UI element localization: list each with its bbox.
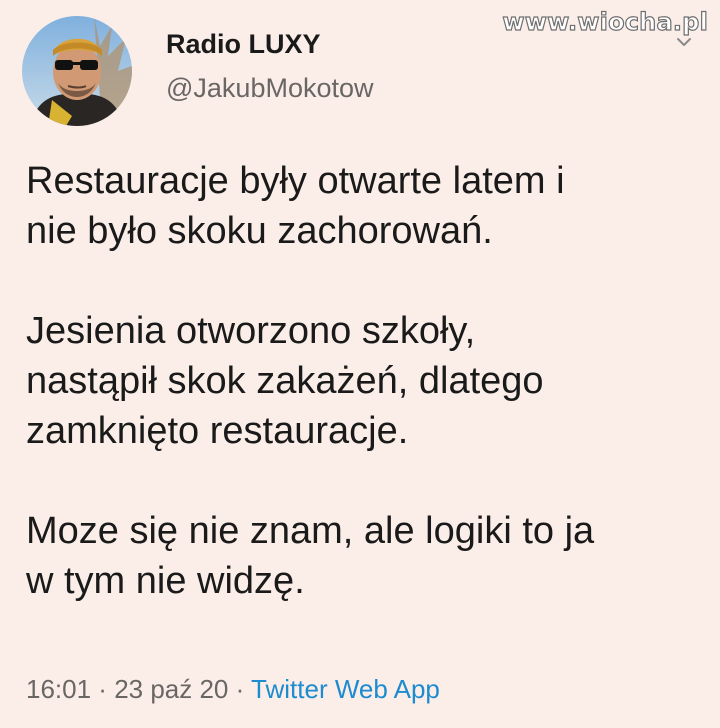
- tweet-paragraph: Moze się nie znam, ale logiki to ja w ty…: [26, 510, 595, 602]
- meta-separator: ·: [91, 674, 115, 704]
- tweet-time[interactable]: 16:01: [26, 674, 91, 704]
- tweet-paragraph: Jesienia otworzono szkoły, nastąpił skok…: [26, 310, 544, 452]
- watermark: www.wiocha.pl: [502, 7, 709, 36]
- tweet-paragraph: Restauracje były otwarte latem i nie był…: [26, 160, 565, 252]
- tweet-meta: 16:01 · 23 paź 20 · Twitter Web App: [26, 672, 440, 706]
- chevron-down-icon[interactable]: [676, 34, 692, 50]
- avatar[interactable]: [22, 16, 132, 126]
- tweet-header: Radio LUXY @JakubMokotow: [22, 16, 374, 126]
- author-info: Radio LUXY @JakubMokotow: [166, 26, 374, 108]
- tweet-source-link[interactable]: Twitter Web App: [251, 674, 440, 704]
- meta-separator: ·: [228, 674, 252, 704]
- user-handle[interactable]: @JakubMokotow: [166, 68, 374, 108]
- avatar-image: [22, 16, 132, 126]
- display-name[interactable]: Radio LUXY: [166, 26, 374, 62]
- tweet-date[interactable]: 23 paź 20: [114, 674, 228, 704]
- tweet-text: Restauracje były otwarte latem i nie był…: [26, 156, 706, 606]
